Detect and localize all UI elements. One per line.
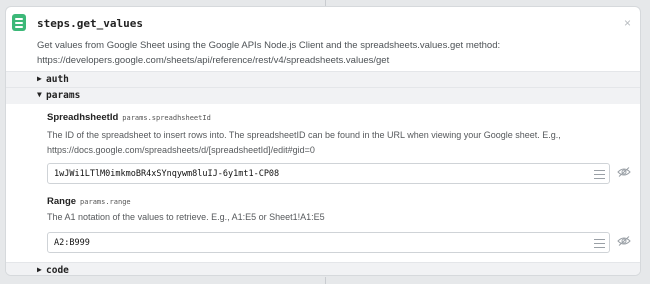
step-description-link: https://developers.google.com/sheets/api… <box>37 55 390 66</box>
section-auth[interactable]: ▶ auth <box>6 71 640 88</box>
section-code-label: code <box>46 265 69 276</box>
step-name[interactable]: steps.get_values <box>37 17 143 30</box>
caret-right-icon: ▶ <box>37 265 42 274</box>
eye-slash-icon[interactable] <box>617 236 631 246</box>
range-value[interactable]: A2:B999 <box>54 238 90 248</box>
step-description: Get values from Google Sheet using the G… <box>37 38 627 68</box>
section-auth-label: auth <box>46 74 69 85</box>
spreadsheet-id-description: The ID of the spreadsheet to insert rows… <box>47 128 607 158</box>
range-input[interactable]: A2:B999 <box>47 232 610 253</box>
workflow-connector-bottom <box>325 277 326 284</box>
step-description-line1: Get values from Google Sheet using the G… <box>37 40 501 51</box>
caret-down-icon: ▼ <box>37 90 42 99</box>
spreadsheet-id-description-line2: https://docs.google.com/spreadsheets/d/[… <box>47 145 315 155</box>
spreadsheet-id-title: SpreadhsheetId <box>47 112 119 123</box>
list-options-icon[interactable] <box>594 169 605 179</box>
section-code[interactable]: ▶ code <box>6 262 640 276</box>
range-title: Range <box>47 196 77 207</box>
section-params-label: params <box>46 90 81 101</box>
list-options-icon[interactable] <box>594 238 605 248</box>
caret-right-icon: ▶ <box>37 74 42 83</box>
close-icon[interactable]: × <box>624 16 631 30</box>
spreadsheet-id-value[interactable]: 1wJWi1LTlM0imkmoBR4xSYnqywm8luIJ-6y1mt1-… <box>54 169 279 179</box>
range-description: The A1 notation of the values to retriev… <box>47 212 325 222</box>
spreadsheet-id-description-line1: The ID of the spreadsheet to insert rows… <box>47 130 561 140</box>
eye-slash-icon[interactable] <box>617 167 631 177</box>
range-path: params.range <box>80 198 131 206</box>
step-list-icon <box>12 14 26 31</box>
range-label: Range params.range <box>47 196 131 207</box>
spreadsheet-id-input[interactable]: 1wJWi1LTlM0imkmoBR4xSYnqywm8luIJ-6y1mt1-… <box>47 163 610 184</box>
spreadsheet-id-label: SpreadhsheetId params.spreadhsheetId <box>47 112 211 123</box>
spreadsheet-id-path: params.spreadhsheetId <box>122 114 211 122</box>
section-params[interactable]: ▼ params <box>6 87 640 104</box>
step-card: steps.get_values × Get values from Googl… <box>5 6 641 276</box>
